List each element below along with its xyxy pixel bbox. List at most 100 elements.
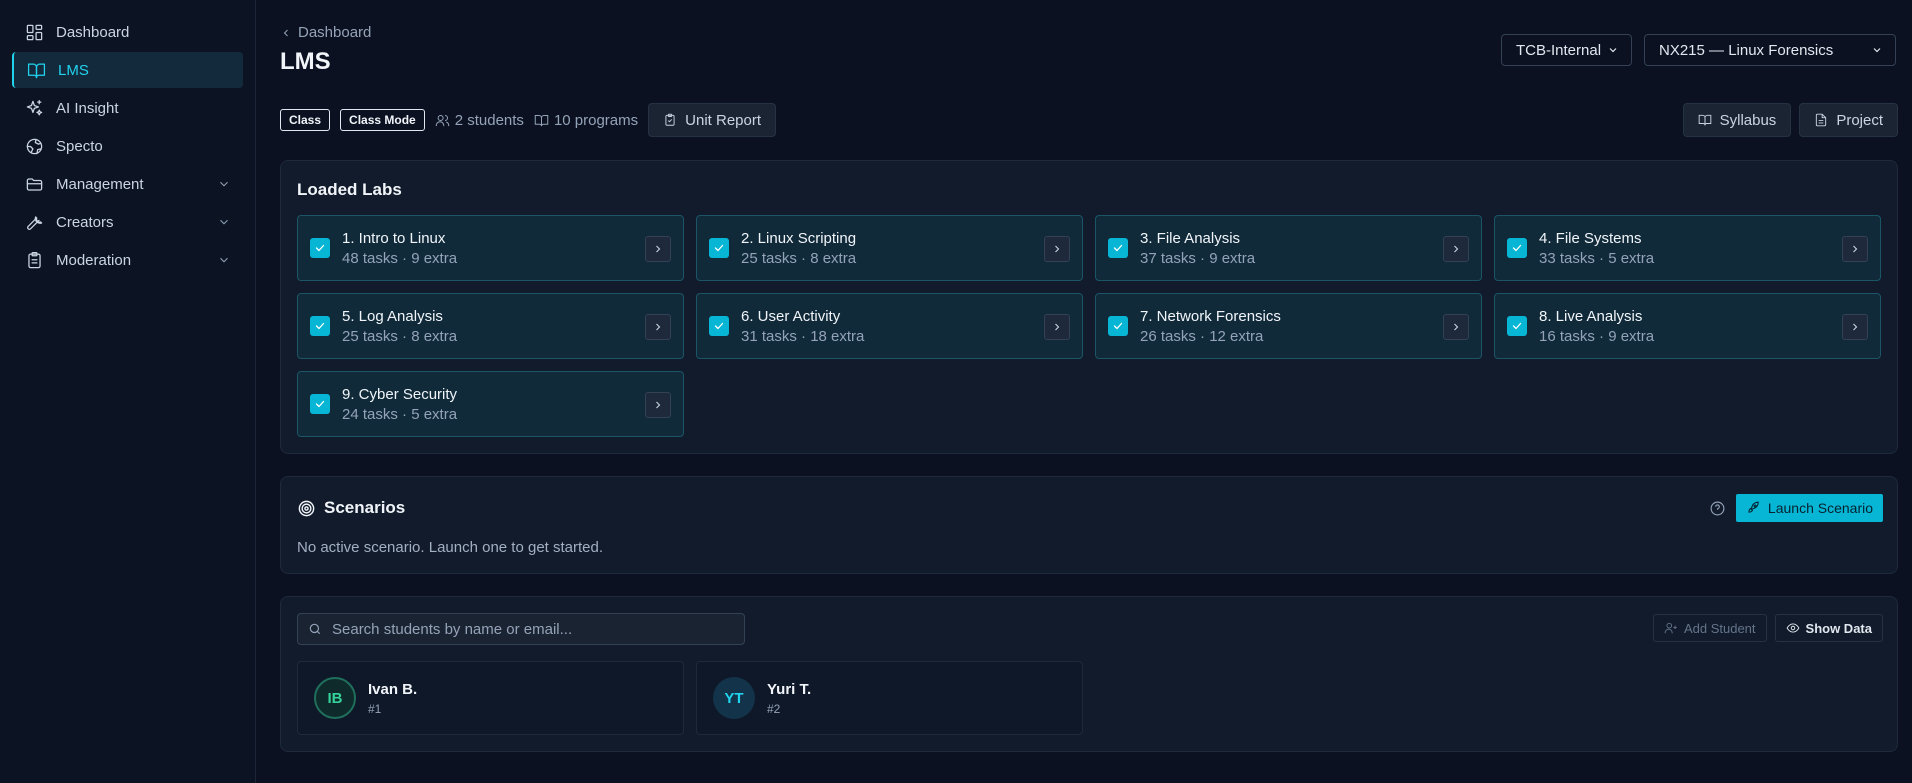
sidebar-item-ai-insight[interactable]: AI Insight: [12, 90, 243, 126]
avatar: IB: [314, 677, 356, 719]
check-icon[interactable]: [310, 238, 330, 258]
lab-card[interactable]: 7. Network Forensics 26 tasks · 12 extra: [1095, 293, 1482, 359]
course-select[interactable]: NX215 — Linux Forensics: [1644, 34, 1896, 66]
student-card[interactable]: YT Yuri T. #2: [696, 661, 1083, 735]
scenarios-empty-text: No active scenario. Launch one to get st…: [297, 539, 604, 556]
chevron-right-icon[interactable]: [1044, 236, 1070, 262]
lab-card[interactable]: 2. Linux Scripting 25 tasks · 8 extra: [696, 215, 1083, 281]
lab-tasks: 31 tasks · 18 extra: [741, 327, 865, 345]
unit-report-button[interactable]: Unit Report: [648, 103, 777, 137]
unit-report-label: Unit Report: [685, 111, 762, 129]
search-icon: [309, 623, 321, 635]
lab-card[interactable]: 9. Cyber Security 24 tasks · 5 extra: [297, 371, 684, 437]
scenarios-header: Scenarios: [297, 498, 405, 518]
lab-tasks: 48 tasks · 9 extra: [342, 249, 458, 267]
student-name: Yuri T.: [767, 680, 812, 698]
search-input[interactable]: [332, 620, 732, 638]
breadcrumb[interactable]: Dashboard: [280, 24, 371, 41]
lab-card[interactable]: 8. Live Analysis 16 tasks · 9 extra: [1494, 293, 1881, 359]
globe-icon: [24, 136, 44, 156]
project-button[interactable]: Project: [1799, 103, 1898, 137]
chevron-right-icon[interactable]: [1842, 314, 1868, 340]
check-icon[interactable]: [1108, 316, 1128, 336]
lab-card[interactable]: 4. File Systems 33 tasks · 5 extra: [1494, 215, 1881, 281]
check-icon[interactable]: [709, 238, 729, 258]
syllabus-label: Syllabus: [1719, 111, 1777, 129]
chevron-right-icon[interactable]: [645, 392, 671, 418]
lab-name: 2. Linux Scripting: [741, 229, 857, 247]
lab-name: 6. User Activity: [741, 307, 841, 325]
check-icon[interactable]: [1507, 238, 1527, 258]
lab-card[interactable]: 5. Log Analysis 25 tasks · 8 extra: [297, 293, 684, 359]
course-select-value: NX215 — Linux Forensics: [1659, 41, 1834, 59]
sidebar-item-label: AI Insight: [56, 99, 119, 117]
lab-tasks: 25 tasks · 8 extra: [741, 249, 857, 267]
sidebar-item-label: Moderation: [56, 251, 132, 269]
launch-scenario-button[interactable]: Launch Scenario: [1735, 494, 1883, 522]
student-card[interactable]: IB Ivan B. #1: [297, 661, 684, 735]
lab-tasks: 26 tasks · 12 extra: [1140, 327, 1264, 345]
dashboard-icon: [24, 22, 44, 42]
page-title: LMS: [280, 48, 331, 75]
class-mode-tag: Class Mode: [340, 109, 425, 131]
loaded-labs-panel: Loaded Labs 1. Intro to Linux 48 tasks · …: [280, 160, 1898, 454]
lab-name: 3. File Analysis: [1140, 229, 1241, 247]
chevron-down-icon: [1609, 48, 1617, 53]
scenarios-title: Scenarios: [324, 498, 406, 517]
users-icon: [435, 114, 449, 126]
lab-card[interactable]: 6. User Activity 31 tasks · 18 extra: [696, 293, 1083, 359]
check-icon[interactable]: [310, 316, 330, 336]
lab-name: 9. Cyber Security: [342, 385, 458, 403]
file-icon: [1816, 113, 1827, 127]
add-student-button[interactable]: Add Student: [1652, 614, 1767, 642]
show-data-button[interactable]: Show Data: [1774, 614, 1883, 642]
book-open-icon: [534, 114, 549, 126]
chevron-right-icon[interactable]: [1443, 314, 1469, 340]
sidebar-item-specto[interactable]: Specto: [12, 128, 243, 164]
syllabus-button[interactable]: Syllabus: [1682, 103, 1792, 137]
breadcrumb-link[interactable]: Dashboard: [298, 24, 371, 41]
labs-grid: 1. Intro to Linux 48 tasks · 9 extra 2. L…: [297, 215, 1881, 437]
rocket-icon: [1748, 501, 1759, 513]
programs-count-label: 10 programs: [553, 111, 639, 129]
students-panel: Add Student Show Data IB Ivan B. #1 YT Y…: [280, 596, 1898, 752]
sidebar-item-dashboard[interactable]: Dashboard: [12, 14, 243, 50]
org-select[interactable]: TCB-Internal: [1501, 34, 1632, 66]
chevron-right-icon[interactable]: [1044, 314, 1070, 340]
chevron-right-icon[interactable]: [645, 236, 671, 262]
sidebar-item-label: Creators: [56, 213, 114, 231]
chevron-right-icon[interactable]: [645, 314, 671, 340]
toolbar-right: Syllabus Project: [1682, 103, 1898, 137]
check-icon[interactable]: [709, 316, 729, 336]
search-field[interactable]: [297, 613, 745, 645]
lab-card[interactable]: 1. Intro to Linux 48 tasks · 9 extra: [297, 215, 684, 281]
class-tag: Class: [280, 109, 331, 131]
lab-tasks: 37 tasks · 9 extra: [1140, 249, 1256, 267]
students-actions: Add Student Show Data: [1652, 614, 1883, 642]
clipboard-check-icon: [665, 113, 675, 126]
check-icon[interactable]: [310, 394, 330, 414]
chevron-right-icon[interactable]: [1842, 236, 1868, 262]
check-icon[interactable]: [1507, 316, 1527, 336]
book-icon: [26, 60, 46, 80]
book-open-icon: [1698, 114, 1711, 126]
lab-card[interactable]: 3. File Analysis 37 tasks · 9 extra: [1095, 215, 1482, 281]
sidebar-item-lms[interactable]: LMS: [12, 52, 243, 88]
chevron-down-icon: [217, 215, 231, 229]
sidebar-item-management[interactable]: Management: [12, 166, 243, 202]
lab-name: 8. Live Analysis: [1539, 307, 1643, 325]
lab-tasks: 16 tasks · 9 extra: [1539, 327, 1655, 345]
help-icon[interactable]: [1709, 500, 1726, 517]
sidebar-item-creators[interactable]: Creators: [12, 204, 243, 240]
clipboard-icon: [24, 250, 44, 270]
check-icon[interactable]: [1108, 238, 1128, 258]
project-label: Project: [1836, 111, 1883, 129]
sidebar-item-label: Management: [56, 175, 144, 193]
sidebar: Dashboard LMS AI Insight Specto Manageme…: [0, 0, 256, 783]
lab-name: 7. Network Forensics: [1140, 307, 1281, 325]
loaded-labs-title: Loaded Labs: [297, 180, 402, 199]
target-icon: [298, 500, 315, 516]
scenarios-panel: Scenarios Launch Scenario No active scen…: [280, 476, 1898, 574]
chevron-right-icon[interactable]: [1443, 236, 1469, 262]
sidebar-item-moderation[interactable]: Moderation: [12, 242, 243, 278]
